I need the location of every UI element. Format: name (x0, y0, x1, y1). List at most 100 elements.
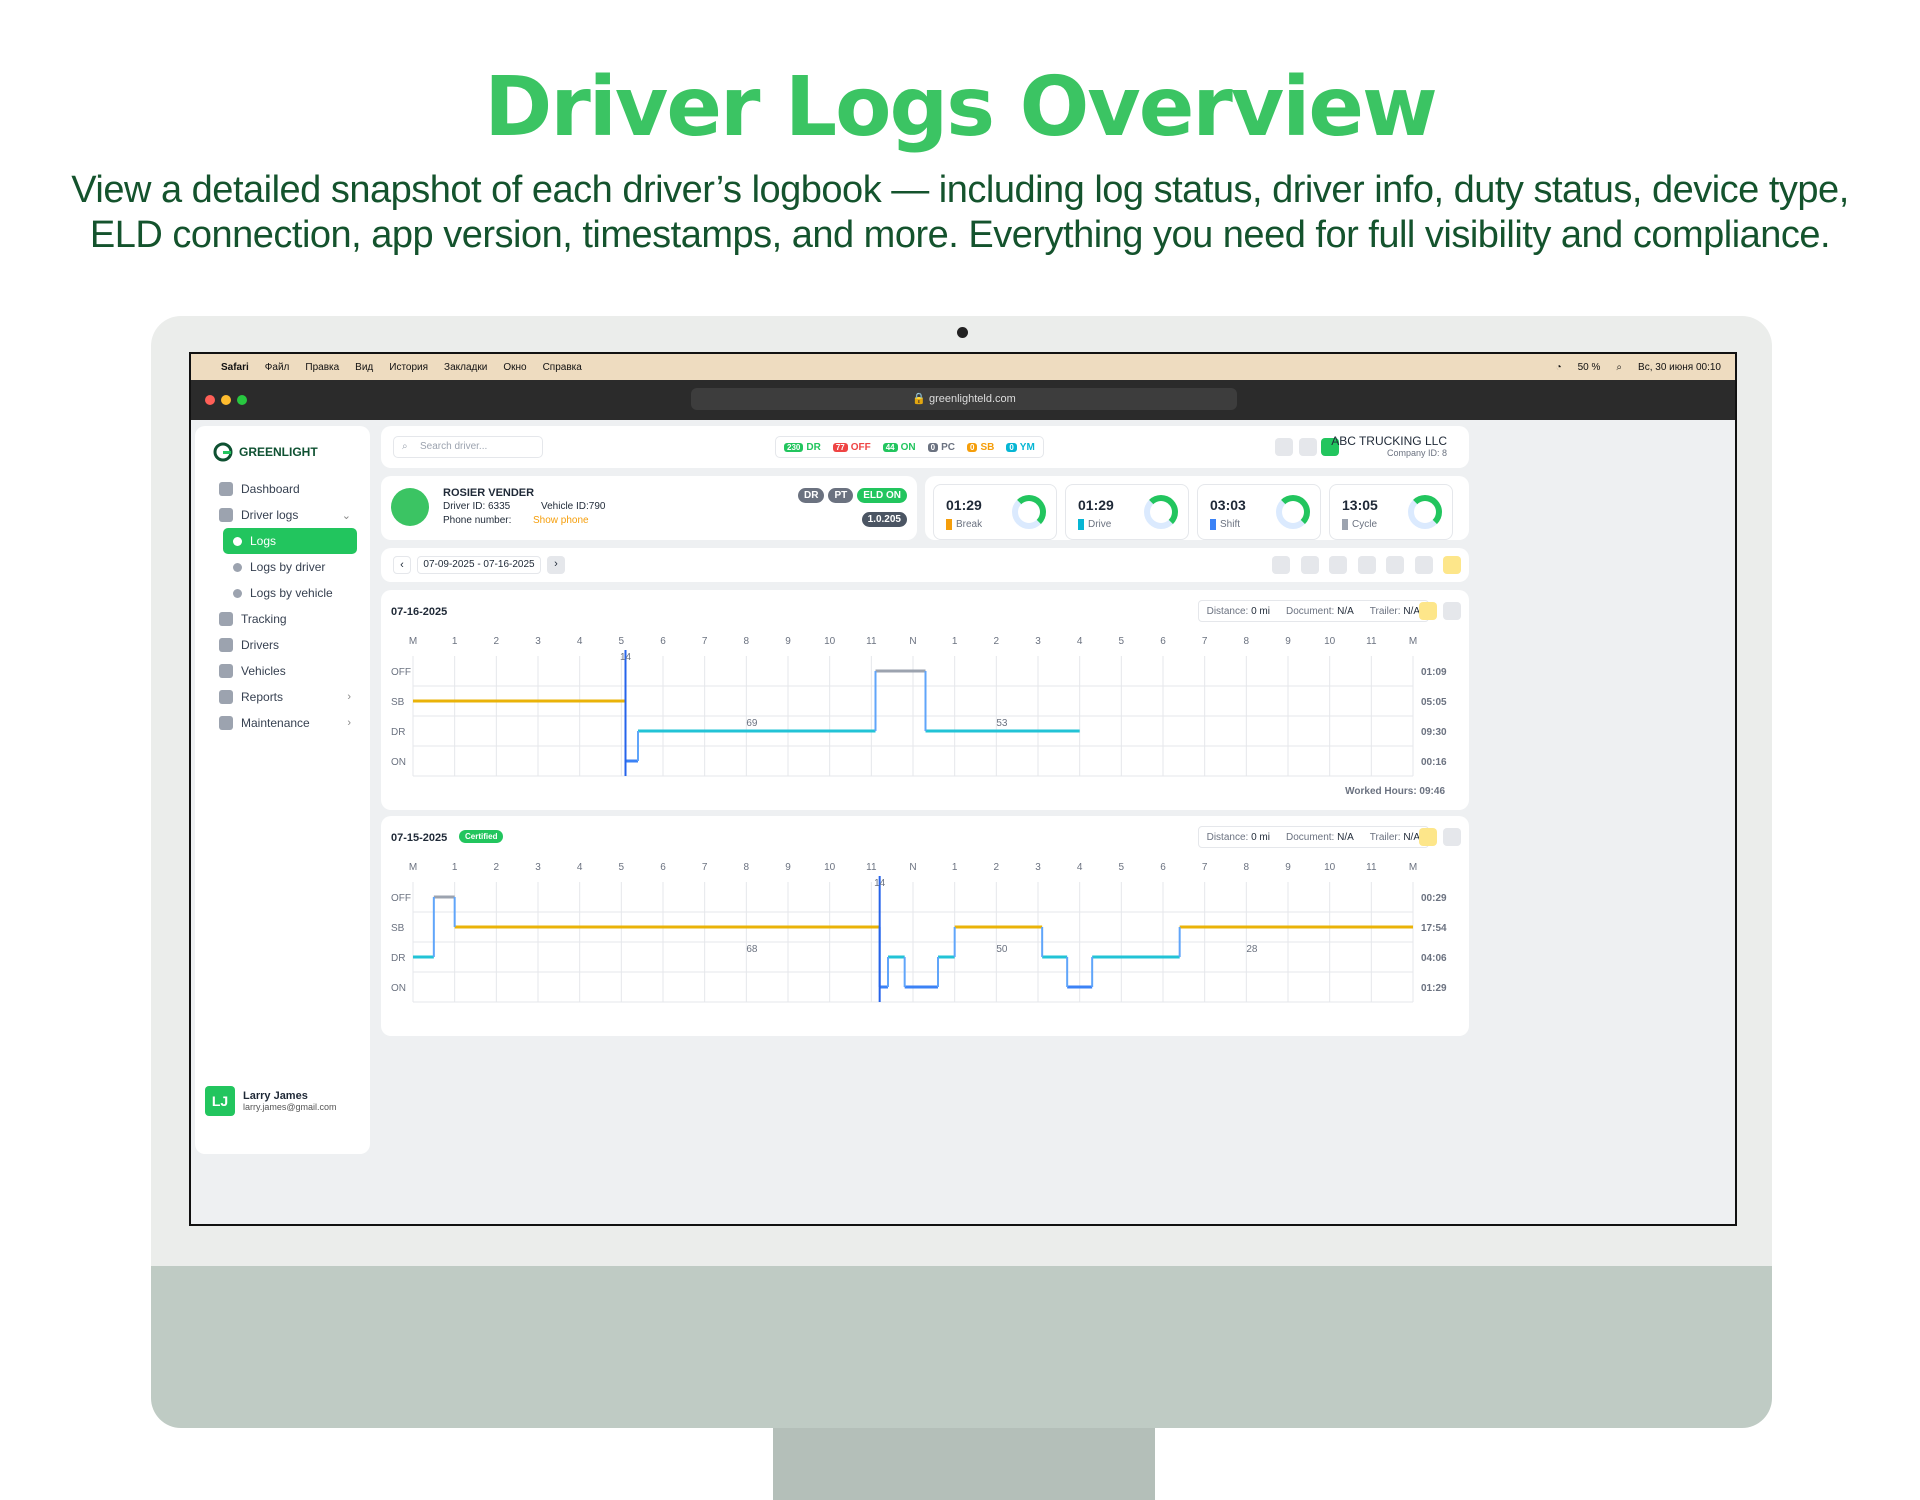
truck-icon[interactable] (1414, 556, 1433, 574)
odometer-note[interactable]: 68 (746, 944, 758, 955)
status-total: 01:29 (1421, 983, 1447, 994)
hour-tick-label: 4 (1077, 636, 1083, 647)
refresh-icon[interactable] (1419, 602, 1437, 620)
sidebar-item-driver-logs[interactable]: Driver logs ⌄ (209, 502, 359, 528)
close-window-icon[interactable] (205, 395, 215, 405)
marker-label: 14 (874, 878, 886, 889)
menu-item[interactable]: Справка (543, 362, 582, 373)
status-filter-on[interactable]: 44 ON (882, 442, 916, 453)
document-info: Document: N/A (1286, 832, 1354, 843)
refresh-icon[interactable] (1419, 828, 1437, 846)
wifi-icon[interactable]: ◔ (1556, 362, 1562, 373)
sidebar-item-label: Vehicles (241, 664, 286, 678)
odometer-note[interactable]: 28 (1246, 944, 1258, 955)
date-range-picker[interactable]: 07-09-2025 - 07-16-2025 (417, 556, 541, 574)
menu-item[interactable]: Окно (503, 362, 526, 373)
stat-value: 13:05 (1342, 497, 1378, 513)
url-text: greenlighteld.com (928, 393, 1016, 405)
refresh-icon[interactable] (1443, 556, 1461, 574)
next-range-button[interactable]: › (547, 556, 565, 574)
sidebar-item-label: Tracking (241, 612, 287, 626)
hour-tick-label: 1 (452, 862, 458, 873)
stat-label: Break (946, 519, 982, 530)
log-card: 07-15-2025 Certified Distance: 0 mi Documen… (381, 816, 1469, 1036)
distance-label: Distance: (1206, 605, 1252, 617)
status-row-label: DR (391, 727, 405, 738)
dashboard-icon (219, 482, 233, 496)
status-filter-off[interactable]: 77 OFF (832, 442, 871, 453)
status-filter-pc[interactable]: 0 PC (927, 442, 955, 453)
zoom-window-icon[interactable] (237, 395, 247, 405)
hour-tick-label: 1 (952, 862, 958, 873)
distance-info: Distance: 0 mi (1207, 832, 1270, 843)
sidebar-item-vehicles[interactable]: Vehicles (209, 658, 359, 684)
sidebar-item-logs-by-driver[interactable]: Logs by driver (223, 554, 373, 580)
user-profile[interactable]: LJ Larry James larry.james@gmail.com (205, 1086, 337, 1116)
expand-icon[interactable] (1443, 828, 1461, 846)
odometer-note[interactable]: 50 (996, 944, 1008, 955)
hour-tick-label: 6 (660, 636, 666, 647)
stat-value: 01:29 (1078, 497, 1114, 513)
status-count-badge: 44 (882, 442, 898, 452)
menu-item[interactable]: Файл (265, 362, 290, 373)
menu-item[interactable]: Вид (355, 362, 373, 373)
hour-tick-label: 10 (824, 862, 836, 873)
odometer-note[interactable]: 53 (996, 718, 1008, 729)
status-total: 00:29 (1421, 893, 1447, 904)
app-version-badge: 1.0.205 (861, 512, 907, 527)
status-count-badge: 0 (1006, 442, 1017, 452)
logs-icon (219, 508, 233, 522)
alarm-icon[interactable] (1300, 556, 1319, 574)
status-filter-dr[interactable]: 230 DR (784, 442, 821, 453)
stat-shift: 03:03 Shift (1197, 484, 1321, 540)
sidebar-item-logs-by-vehicle[interactable]: Logs by vehicle (223, 580, 373, 606)
minimize-window-icon[interactable] (221, 395, 231, 405)
moon-icon[interactable] (1299, 438, 1317, 456)
print-icon[interactable] (1386, 556, 1405, 574)
sidebar-item-reports[interactable]: Reports › (209, 684, 359, 710)
menu-item[interactable]: Закладки (444, 362, 487, 373)
brand-logo[interactable]: GREENLIGHT (213, 442, 318, 462)
status-total: 01:09 (1421, 667, 1447, 678)
menu-item[interactable]: Правка (305, 362, 339, 373)
hour-tick-label: 5 (619, 862, 625, 873)
document-label: Document: (1285, 831, 1338, 843)
document-info: Document: N/A (1286, 606, 1354, 617)
address-bar[interactable]: 🔒 greenlighteld.com (691, 388, 1237, 410)
hour-tick-label: 9 (785, 862, 791, 873)
menubar-clock[interactable]: Вс, 30 июня 00:10 (1638, 362, 1721, 373)
reports-icon (219, 690, 233, 704)
search-icon: ⌕ (402, 441, 408, 452)
mac-menubar: Safari Файл Правка Вид История Закладки … (191, 354, 1735, 380)
copy-icon[interactable] (1272, 556, 1291, 574)
expand-icon[interactable] (1443, 602, 1461, 620)
status-filter-ym[interactable]: 0 YM (1006, 442, 1035, 453)
greenlight-logo-icon (213, 442, 233, 462)
sidebar-item-drivers[interactable]: Drivers (209, 632, 359, 658)
sidebar-item-label: Logs by driver (250, 560, 326, 574)
sidebar-item-tracking[interactable]: Tracking (209, 606, 359, 632)
status-filter-sb[interactable]: 0 SB (966, 442, 994, 453)
hour-tick-label: 8 (744, 862, 750, 873)
hour-tick-label: M (1409, 862, 1417, 873)
log-graph: M 1 2 3 4 5 6 7 8 9 10 11 N 1 2 3 4 5 6 7 8 9 10 11 M OFF 00:29 SB 1… (391, 862, 1447, 1003)
show-phone-link[interactable]: Show phone (533, 515, 589, 526)
menu-item[interactable]: Safari (221, 362, 249, 373)
driver-name: ROSIER VENDER (443, 487, 535, 499)
hero-subtitle: View a detailed snapshot of each driver’… (71, 169, 1849, 256)
search-input[interactable]: ⌕ Search driver... (393, 436, 543, 458)
battery-status[interactable]: 50 % (1578, 362, 1601, 373)
user-icon[interactable] (1329, 556, 1348, 574)
status-row-label: DR (391, 953, 405, 964)
status-row-label: ON (391, 757, 406, 768)
menu-item[interactable]: История (389, 362, 428, 373)
clock-icon[interactable] (1275, 438, 1293, 456)
sidebar-item-dashboard[interactable]: Dashboard (209, 476, 359, 502)
sidebar-item-logs[interactable]: Logs (223, 528, 357, 554)
search-icon[interactable]: ⌕ (1616, 362, 1622, 373)
odometer-note[interactable]: 69 (746, 718, 758, 729)
prev-range-button[interactable]: ‹ (393, 556, 411, 574)
sidebar-item-maintenance[interactable]: Maintenance › (209, 710, 359, 736)
logs-icon (233, 562, 242, 572)
document-icon[interactable] (1357, 556, 1376, 574)
